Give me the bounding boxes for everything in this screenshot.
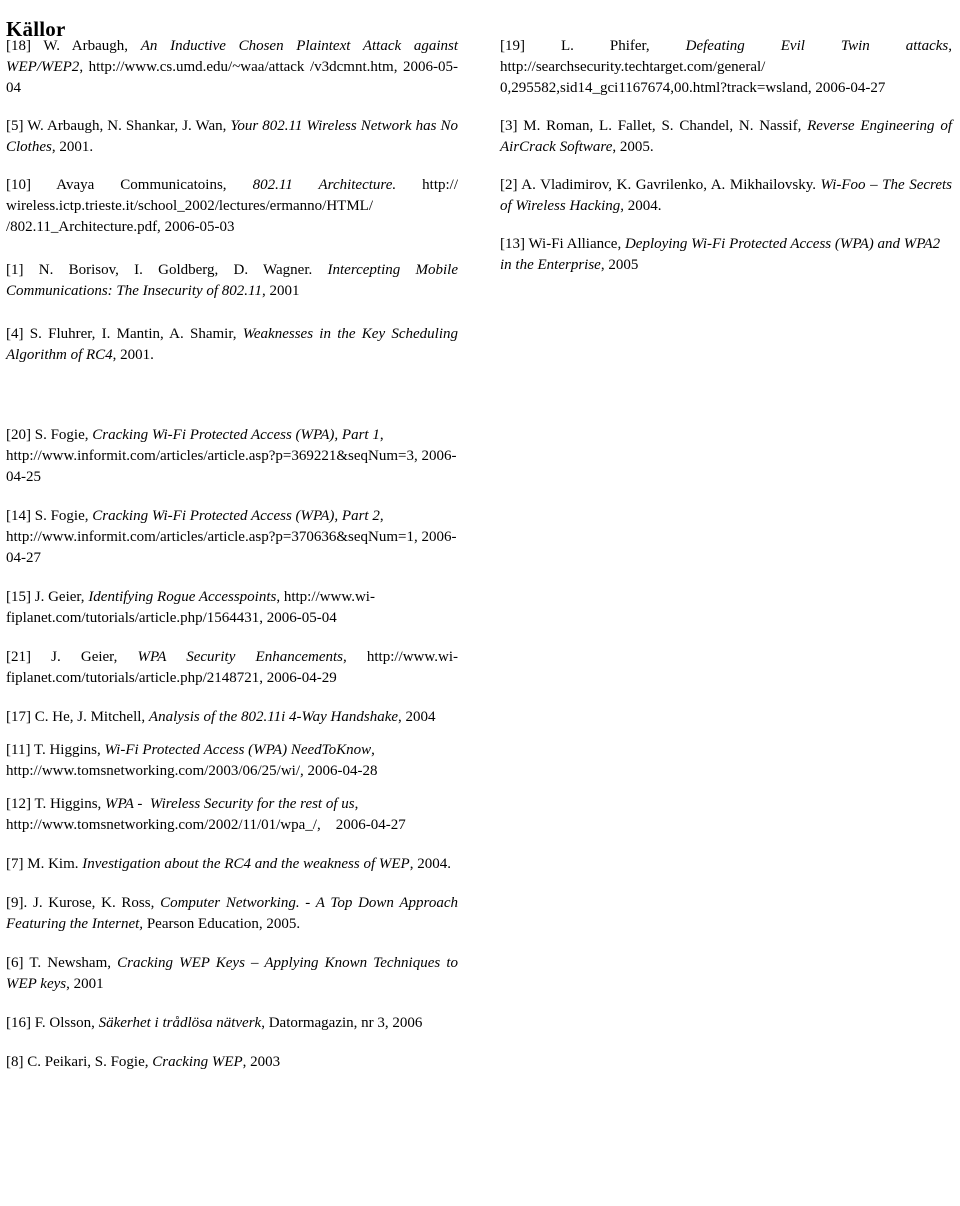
reference-authors: M. Kim. (27, 856, 83, 872)
reference-entry: [14] S. Fogie, Cracking Wi-Fi Protected … (6, 506, 458, 569)
reference-date: 2006-04-27 (815, 80, 886, 96)
reference-entry: [20] S. Fogie, Cracking Wi-Fi Protected … (6, 425, 458, 488)
reference-entry: [1] N. Borisov, I. Goldberg, D. Wagner. … (6, 260, 458, 302)
reference-tag: [1] (6, 262, 24, 278)
reference-entry: [11] T. Higgins, Wi-Fi Protected Access … (6, 740, 458, 782)
reference-tag: [18] (6, 38, 31, 54)
reference-authors: F. Olsson, (34, 1015, 99, 1031)
reference-date: , 2004 (398, 709, 436, 725)
single-column-region: [20] S. Fogie, Cracking Wi-Fi Protected … (6, 425, 458, 1091)
reference-authors: T. Newsham, (29, 955, 118, 971)
reference-authors: M. Roman, L. Fallet, S. Chandel, N. Nass… (523, 118, 808, 134)
reference-entry: [3] M. Roman, L. Fallet, S. Chandel, N. … (500, 116, 952, 158)
reference-authors: N. Borisov, I. Goldberg, D. Wagner. (38, 262, 328, 278)
reference-title: 802.11 Architecture. (252, 177, 397, 193)
reference-tag: [16] (6, 1015, 31, 1031)
reference-tag: [2] (500, 177, 518, 193)
reference-tag: [5] (6, 118, 24, 134)
reference-tag: [19] (500, 38, 525, 54)
reference-date: , 2001 (66, 976, 104, 992)
reference-entry: [8] C. Peikari, S. Fogie, Cracking WEP, … (6, 1052, 458, 1073)
reference-authors: S. Fogie, (34, 427, 93, 443)
reference-entry: [21] J. Geier, WPA Security Enhancements… (6, 647, 458, 689)
reference-entry: [13] Wi-Fi Alliance, Deploying Wi-Fi Pro… (500, 234, 952, 276)
reference-title: Investigation about the RC4 and the weak… (82, 856, 410, 872)
reference-tag: [13] (500, 236, 525, 252)
right-column: [19] L. Phifer, Defeating Evil Twin atta… (500, 36, 952, 276)
reference-entry: [19] L. Phifer, Defeating Evil Twin atta… (500, 36, 952, 99)
reference-title: Analysis of the 802.11i 4-Way Handshake (148, 709, 399, 725)
reference-tag: [6] (6, 955, 24, 971)
reference-authors: Avaya Communicatoins, (56, 177, 253, 193)
reference-authors: C. He, J. Mitchell, (34, 709, 149, 725)
reference-tag: [15] (6, 589, 31, 605)
reference-tag: [7] (6, 856, 24, 872)
reference-date: , 2004. (620, 198, 662, 214)
reference-tag: [4] (6, 326, 24, 342)
reference-authors: J. Geier, (34, 589, 89, 605)
reference-authors: T. Higgins, (33, 742, 105, 758)
reference-tag: [20] (6, 427, 31, 443)
reference-date: , 2001. (51, 139, 94, 155)
reference-authors: J. Kurose, K. Ross, (32, 895, 161, 911)
reference-title: WPA - Wireless Security for the rest of … (105, 796, 355, 812)
reference-entry: [5] W. Arbaugh, N. Shankar, J. Wan, Your… (6, 116, 458, 158)
left-column: [18] W. Arbaugh, An Inductive Chosen Pla… (6, 36, 458, 366)
reference-title: Defeating Evil Twin attacks (685, 38, 949, 54)
reference-date: , 2005 (600, 257, 639, 273)
reference-title: , Cracking WEP (144, 1054, 243, 1070)
reference-date: , 2005. (612, 139, 654, 155)
reference-url: , http://www.cs.umd.edu/~waa/attack /v3d… (79, 59, 403, 75)
reference-title: Säkerhet i trådlösa nätverk (98, 1015, 262, 1031)
reference-authors: W. Arbaugh, N. Shankar, J. Wan, (27, 118, 231, 134)
reference-tag: [11] (6, 742, 31, 758)
reference-date: 2006-04-28 (307, 763, 378, 779)
reference-tag: [10] (6, 177, 31, 193)
reference-tag: [3] (500, 118, 518, 134)
reference-date: 2006-04-27 (335, 817, 406, 833)
reference-entry: [4] S. Fluhrer, I. Mantin, A. Shamir, We… (6, 324, 458, 366)
reference-tag: [12] (6, 796, 31, 812)
reference-tag: [9]. (6, 895, 28, 911)
reference-date: 2006-05-03 (164, 219, 235, 235)
reference-date: , Datormagazin, nr 3, 2006 (261, 1015, 423, 1031)
reference-entry: [10] Avaya Communicatoins, 802.11 Archit… (6, 175, 458, 238)
reference-entry: [17] C. He, J. Mitchell, Analysis of the… (6, 707, 458, 728)
reference-entry: [16] F. Olsson, Säkerhet i trådlösa nätv… (6, 1013, 458, 1034)
reference-date: , 2004. (409, 856, 451, 872)
reference-entry: [12] T. Higgins, WPA - Wireless Security… (6, 794, 458, 836)
reference-authors: W. Arbaugh, (43, 38, 141, 54)
reference-title: Wi-Fi Protected Access (WPA) NeedToKnow (104, 742, 372, 758)
reference-tag: [21] (6, 649, 31, 665)
reference-authors: C. Peikari, S. Fogie, Cracking WEP (27, 1054, 243, 1070)
reference-date: 2006-05-04 (266, 610, 337, 626)
reference-date: , 2001 (261, 283, 300, 299)
reference-authors: T. Higgins, (34, 796, 106, 812)
reference-entry: [9]. J. Kurose, K. Ross, Computer Networ… (6, 893, 458, 935)
reference-title: Cracking Wi-Fi Protected Access (WPA), P… (92, 508, 380, 524)
reference-authors: Wi-Fi Alliance, (528, 236, 625, 252)
reference-authors: J. Geier, (51, 649, 138, 665)
reference-entry: [6] T. Newsham, Cracking WEP Keys – Appl… (6, 953, 458, 995)
reference-entry: [7] M. Kim. Investigation about the RC4 … (6, 854, 458, 875)
reference-entry: [15] J. Geier, Identifying Rogue Accessp… (6, 587, 458, 629)
reference-title: WPA Security Enhancements (137, 649, 343, 665)
reference-tag: [8] (6, 1054, 24, 1070)
reference-entry: [2] A. Vladimirov, K. Gavrilenko, A. Mik… (500, 175, 952, 217)
reference-authors: S. Fogie, (34, 508, 93, 524)
reference-authors: S. Fluhrer, I. Mantin, A. Shamir, (29, 326, 243, 342)
reference-date: , 2001. (112, 347, 154, 363)
reference-tag: [17] (6, 709, 31, 725)
reference-tag: [14] (6, 508, 31, 524)
reference-authors: L. Phifer, (560, 38, 686, 54)
reference-title: Cracking Wi-Fi Protected Access (WPA), P… (92, 427, 380, 443)
reference-date: Pearson Education, 2005. (143, 916, 301, 932)
reference-entry: [18] W. Arbaugh, An Inductive Chosen Pla… (6, 36, 458, 99)
reference-date: 2006-04-29 (266, 670, 337, 686)
reference-title: Identifying Rogue Accesspoints (88, 589, 277, 605)
reference-authors: A. Vladimirov, K. Gavrilenko, A. Mikhail… (521, 177, 821, 193)
document-page: Källor [18] W. Arbaugh, An Inductive Cho… (0, 0, 960, 1206)
reference-date: , 2003 (242, 1054, 281, 1070)
